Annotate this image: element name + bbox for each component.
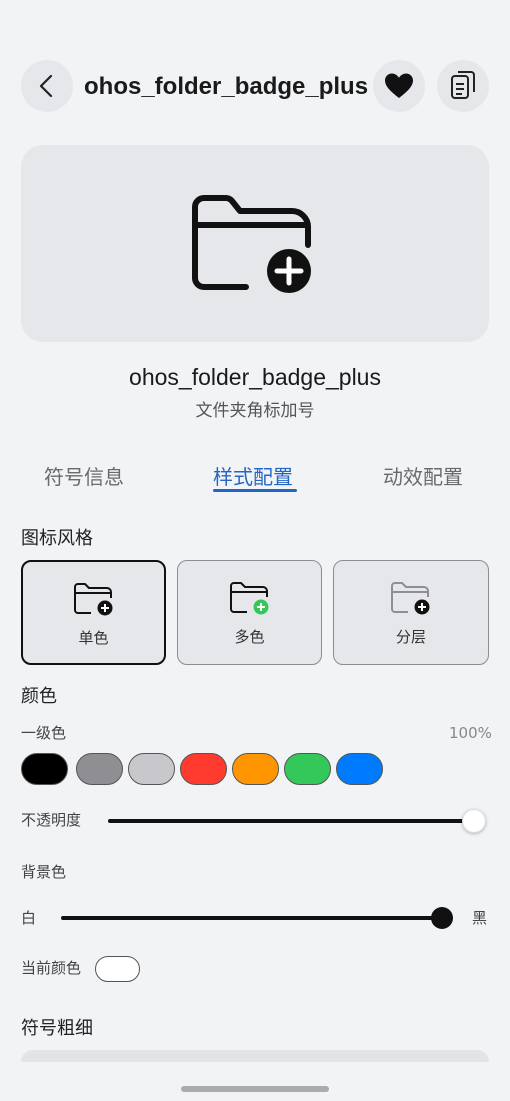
background-slider-thumb[interactable] [431, 907, 454, 929]
symbol-weight-title: 符号粗细 [21, 1018, 93, 1039]
heart-icon [385, 73, 413, 98]
icon-style-title: 图标风格 [21, 528, 93, 549]
style-option-multicolor[interactable]: 多色 [177, 560, 322, 665]
tab-symbol-info[interactable]: 符号信息 [44, 462, 124, 492]
folder-badge-plus-icon [192, 194, 311, 293]
chevron-left-icon [39, 74, 53, 98]
background-white-label: 白 [21, 909, 37, 927]
style-option-mono[interactable]: 单色 [21, 560, 166, 665]
style-option-label: 单色 [78, 629, 109, 647]
folder-badge-plus-icon [229, 582, 268, 615]
tab-style-config[interactable]: 样式配置 [213, 462, 293, 492]
color-swatch-blue[interactable] [336, 753, 383, 785]
favorite-button[interactable] [373, 60, 425, 112]
color-swatch-orange[interactable] [232, 753, 279, 785]
header: ohos_folder_badge_plus [21, 60, 489, 114]
color-title: 颜色 [21, 686, 57, 707]
color-swatch-light-gray[interactable] [128, 753, 175, 785]
primary-color-percent: 100% [449, 724, 492, 742]
color-swatch-red[interactable] [180, 753, 227, 785]
bottom-area [0, 1062, 510, 1101]
copy-icon [451, 71, 475, 99]
style-option-layered[interactable]: 分层 [333, 560, 489, 665]
primary-color-label: 一级色 [21, 724, 67, 742]
current-color-label: 当前颜色 [21, 959, 82, 977]
color-swatch-green[interactable] [284, 753, 331, 785]
background-slider[interactable] [61, 916, 450, 920]
background-color-title: 背景色 [21, 863, 67, 881]
page-title: ohos_folder_badge_plus [84, 73, 369, 100]
folder-badge-plus-icon [73, 583, 112, 616]
opacity-slider-thumb[interactable] [462, 809, 486, 833]
color-swatch-black[interactable] [21, 753, 68, 785]
symbol-name: ohos_folder_badge_plus [129, 364, 381, 390]
active-tab-indicator [213, 489, 297, 492]
style-option-label: 分层 [395, 628, 426, 646]
symbol-preview [21, 145, 489, 342]
opacity-slider[interactable] [108, 819, 474, 823]
current-color-preview[interactable] [95, 956, 140, 982]
opacity-label: 不透明度 [21, 811, 82, 829]
home-indicator[interactable] [181, 1086, 329, 1092]
back-button[interactable] [21, 60, 73, 112]
background-black-label: 黑 [472, 909, 488, 927]
copy-button[interactable] [437, 60, 489, 112]
symbol-chinese-name: 文件夹角标加号 [195, 401, 315, 421]
color-swatch-gray[interactable] [76, 753, 123, 785]
tab-animation-config[interactable]: 动效配置 [383, 462, 463, 492]
folder-badge-plus-icon [391, 582, 430, 615]
style-option-label: 多色 [234, 628, 265, 646]
